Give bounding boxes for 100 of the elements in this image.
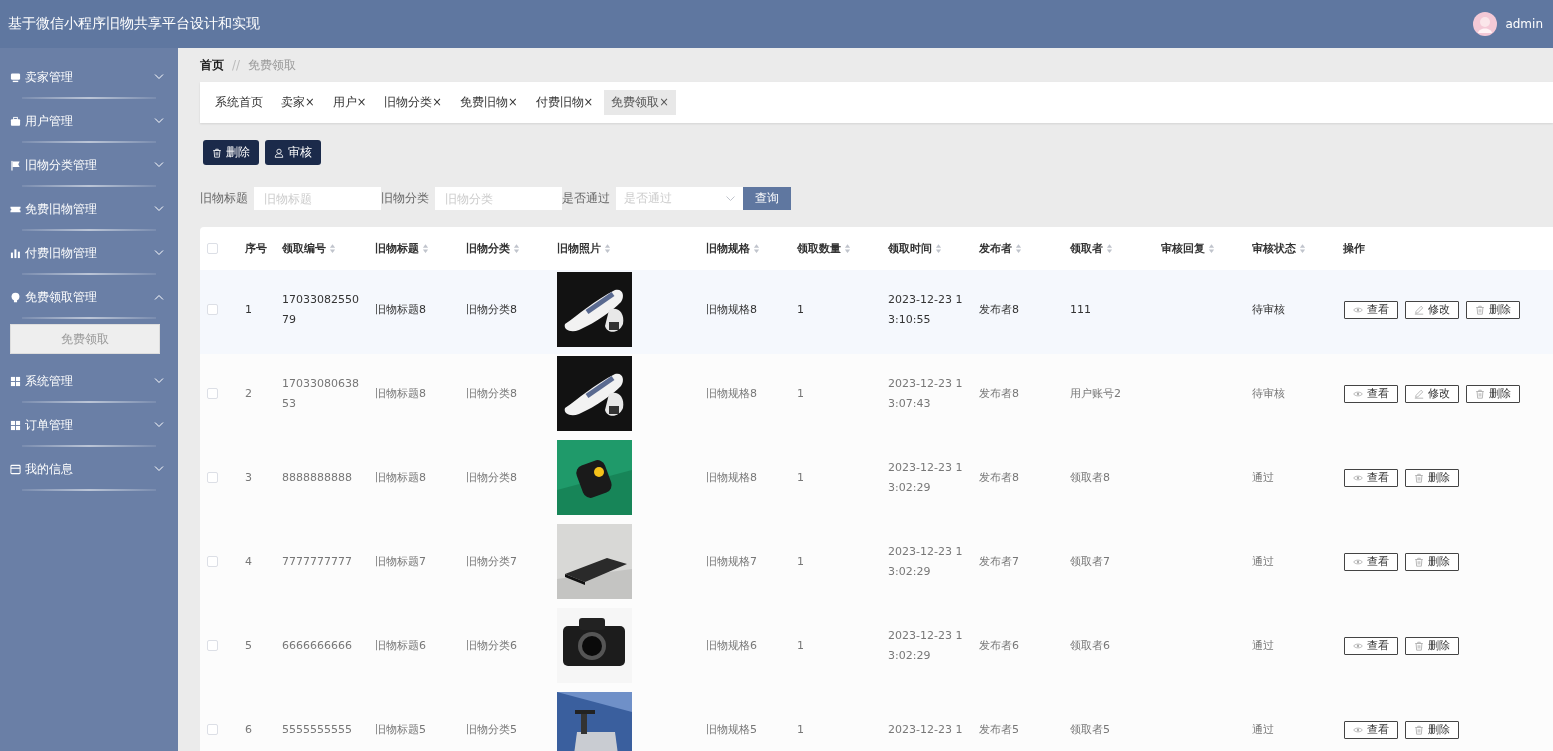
table-cell-text: 6: [244, 721, 253, 738]
table-cell-text: 3: [244, 469, 253, 486]
delete-button[interactable]: 删除: [1405, 636, 1459, 655]
chevron-icon: [154, 118, 164, 124]
view-button[interactable]: 查看: [1344, 468, 1398, 487]
view-button[interactable]: 查看: [1344, 552, 1398, 571]
column-header[interactable]: 旧物分类: [459, 241, 550, 256]
checkbox[interactable]: [207, 640, 218, 652]
sidebar-item[interactable]: 付费旧物管理: [0, 231, 178, 275]
table-cell-text: 8888888888: [281, 469, 353, 486]
tab[interactable]: 系统首页: [208, 90, 270, 115]
sort-icon[interactable]: [1299, 243, 1306, 254]
sidebar-item[interactable]: 订单管理: [0, 403, 178, 447]
table-cell-text: 领取者6: [1069, 637, 1111, 654]
breadcrumb-link[interactable]: 首页: [200, 56, 224, 74]
table-cell-text: 发布者6: [978, 637, 1020, 654]
sort-icon[interactable]: [844, 243, 851, 254]
checkbox[interactable]: [207, 304, 218, 316]
delete-button[interactable]: 删除: [203, 140, 259, 165]
sidebar-item[interactable]: 免费旧物管理: [0, 187, 178, 231]
table-cell-text: 旧物标题5: [374, 721, 427, 738]
tab[interactable]: 用户×: [325, 90, 374, 115]
sort-icon[interactable]: [935, 243, 942, 254]
tab[interactable]: 免费旧物×: [452, 90, 525, 115]
table-cell-text: 旧物分类8: [465, 301, 518, 318]
sort-icon[interactable]: [1106, 243, 1113, 254]
table-cell-text: 旧物规格5: [705, 721, 758, 738]
table-cell-text: 2: [244, 385, 253, 402]
delete-button[interactable]: 删除: [1466, 384, 1520, 403]
sidebar-item[interactable]: 旧物分类管理: [0, 143, 178, 187]
view-button[interactable]: 查看: [1344, 636, 1398, 655]
tab[interactable]: 旧物分类×: [377, 90, 449, 115]
delete-button[interactable]: 删除: [1405, 552, 1459, 571]
sidebar-item[interactable]: 卖家管理: [0, 55, 178, 99]
delete-button[interactable]: 删除: [1405, 468, 1459, 487]
table-cell-text: 领取者8: [1069, 469, 1111, 486]
search-button[interactable]: 查询: [743, 187, 791, 210]
table-cell-text: 用户账号2: [1069, 385, 1122, 402]
sort-icon[interactable]: [513, 243, 520, 254]
sort-icon[interactable]: [1208, 243, 1215, 254]
view-button[interactable]: 查看: [1344, 720, 1398, 739]
checkbox[interactable]: [207, 556, 218, 568]
audit-button[interactable]: 审核: [265, 140, 321, 165]
column-header[interactable]: 发布者: [972, 241, 1063, 256]
sort-icon[interactable]: [1015, 243, 1022, 254]
delete-button[interactable]: 删除: [1466, 300, 1520, 319]
sort-icon[interactable]: [753, 243, 760, 254]
column-header[interactable]: 领取者: [1063, 241, 1154, 256]
sidebar-item[interactable]: 免费领取管理: [0, 275, 178, 319]
view-button[interactable]: 查看: [1344, 300, 1398, 319]
user-icon: [274, 147, 284, 158]
column-header[interactable]: 审核状态: [1245, 241, 1336, 256]
sidebar-item[interactable]: 用户管理: [0, 99, 178, 143]
table-cell-text: 2023-12-23 13:02:29: [887, 627, 964, 664]
table-cell-text: 通过: [1251, 553, 1275, 570]
filter-label: 是否通过: [562, 191, 610, 206]
view-button[interactable]: 查看: [1344, 384, 1398, 403]
column-header[interactable]: 旧物照片: [550, 241, 699, 256]
delete-button[interactable]: 删除: [1405, 720, 1459, 739]
bar-chart-icon: [10, 247, 21, 259]
sidebar-item[interactable]: 我的信息: [0, 447, 178, 491]
avatar-icon[interactable]: [1473, 12, 1498, 36]
chevron-icon: [154, 294, 164, 300]
table-cell-text: 2023-12-23 13:02:29: [887, 543, 964, 580]
username[interactable]: admin: [1505, 17, 1543, 31]
sidebar-item[interactable]: 系统管理: [0, 359, 178, 403]
table-cell-text: 2023-12-23 13:02:29: [887, 459, 964, 496]
grid-icon: [10, 375, 21, 387]
column-header[interactable]: 旧物规格: [699, 241, 790, 256]
tab[interactable]: 付费旧物×: [528, 90, 601, 115]
sort-icon[interactable]: [422, 243, 429, 254]
table-cell-text: 2023-12-23 1: [887, 721, 964, 738]
checkbox[interactable]: [207, 388, 218, 400]
chevron-icon: [154, 250, 164, 256]
table-cell-text: 5: [244, 637, 253, 654]
sort-icon[interactable]: [329, 243, 336, 254]
column-header[interactable]: 领取编号: [275, 241, 368, 256]
chevron-icon: [154, 422, 164, 428]
chevron-icon: [154, 162, 164, 168]
briefcase-icon: [10, 115, 21, 127]
checkbox[interactable]: [207, 243, 218, 254]
column-header[interactable]: 领取数量: [790, 241, 881, 256]
edit-button[interactable]: 修改: [1405, 384, 1459, 403]
column-header[interactable]: 领取时间: [881, 241, 972, 256]
checkbox[interactable]: [207, 472, 218, 484]
table-cell-text: 旧物规格8: [705, 301, 758, 318]
table-row[interactable]: 1 1703308255079 旧物标题8 旧物分类8 旧物规格8 1 2023-12-23 13:10:55 发布者8 111 待审核 查看 修改 删除: [200, 270, 1553, 354]
checkbox[interactable]: [207, 724, 218, 736]
table-cell-text: 旧物规格7: [705, 553, 758, 570]
chevron-icon: [154, 466, 164, 472]
column-header[interactable]: 旧物标题: [368, 241, 459, 256]
sort-icon[interactable]: [604, 243, 611, 254]
tab[interactable]: 免费领取×: [604, 90, 676, 115]
table-cell-text: 旧物标题7: [374, 553, 427, 570]
filter-label: 旧物分类: [381, 191, 429, 206]
tab[interactable]: 卖家×: [274, 90, 322, 115]
column-header[interactable]: 审核回复: [1154, 241, 1245, 256]
table-cell-text: 1: [244, 301, 253, 318]
chevron-icon: [726, 195, 735, 202]
edit-button[interactable]: 修改: [1405, 300, 1459, 319]
